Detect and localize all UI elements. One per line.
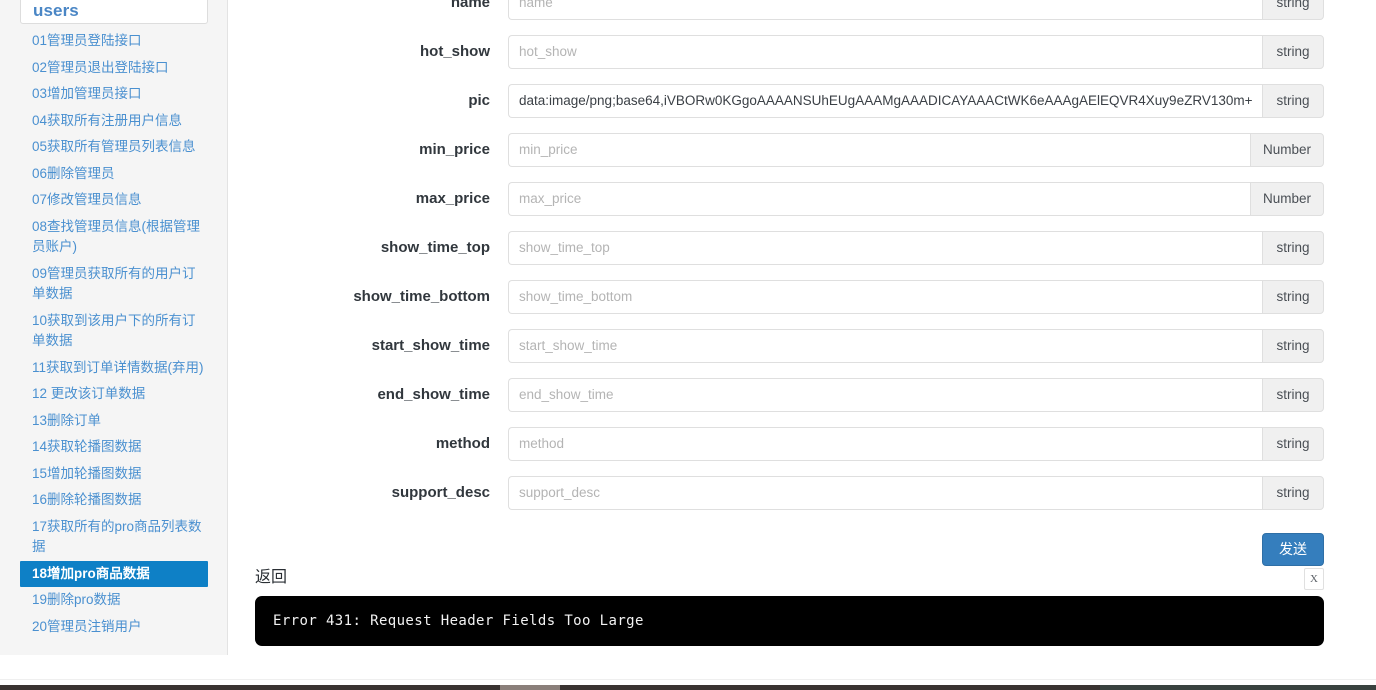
- sidebar-item[interactable]: 16删除轮播图数据: [20, 487, 208, 514]
- field-type-badge: string: [1262, 0, 1324, 20]
- input-show_time_top[interactable]: [508, 230, 1262, 265]
- api-param-form: namestringhot_showstringpicstringmin_pri…: [255, 0, 1324, 566]
- input-pic[interactable]: [508, 83, 1262, 118]
- form-row: show_time_bottom string: [255, 272, 1324, 321]
- form-row: pic string: [255, 76, 1324, 125]
- input-group: string: [508, 230, 1324, 265]
- sidebar-item[interactable]: 12 更改该订单数据: [20, 381, 208, 408]
- sidebar-item[interactable]: 14获取轮播图数据: [20, 434, 208, 461]
- form-field-label: show_time_bottom: [353, 288, 490, 305]
- form-field-label: pic: [468, 92, 490, 109]
- input-group: string: [508, 83, 1324, 118]
- sidebar: users 01管理员登陆接口 02管理员退出登陆接口 03增加管理员接口 04获取所…: [0, 0, 228, 655]
- input-end_show_time[interactable]: [508, 377, 1262, 412]
- input-method[interactable]: [508, 426, 1262, 461]
- form-row: method string: [255, 419, 1324, 468]
- form-row: support_desc string: [255, 468, 1324, 517]
- form-rows: namestringhot_showstringpicstringmin_pri…: [255, 0, 1324, 517]
- sidebar-item-list: 01管理员登陆接口 02管理员退出登陆接口 03增加管理员接口 04获取所有注册用户信…: [20, 28, 208, 640]
- sidebar-item[interactable]: 08查找管理员信息(根据管理员账户): [20, 214, 208, 261]
- bottom-bar-segment-mid: [560, 685, 1100, 690]
- input-group: string: [508, 475, 1324, 510]
- send-row: 发送: [255, 517, 1324, 566]
- sidebar-item[interactable]: 17获取所有的pro商品列表数据: [20, 514, 208, 561]
- input-group: string: [508, 0, 1324, 20]
- sidebar-item[interactable]: 15增加轮播图数据: [20, 461, 208, 488]
- form-row: min_price Number: [255, 125, 1324, 174]
- sidebar-item[interactable]: 13删除订单: [20, 408, 208, 435]
- input-group: string: [508, 279, 1324, 314]
- field-type-badge: string: [1262, 34, 1324, 69]
- field-type-badge: string: [1262, 475, 1324, 510]
- input-min_price[interactable]: [508, 132, 1250, 167]
- input-group: string: [508, 426, 1324, 461]
- form-field-label: start_show_time: [371, 337, 490, 354]
- form-field-label: min_price: [419, 141, 490, 158]
- sidebar-item[interactable]: 07修改管理员信息: [20, 187, 208, 214]
- sidebar-header-panel: users: [20, 0, 208, 24]
- input-group: Number: [508, 181, 1324, 216]
- bottom-scrollbar-area[interactable]: [0, 679, 1376, 690]
- form-field-label: hot_show: [420, 43, 490, 60]
- input-group: string: [508, 328, 1324, 363]
- form-row: end_show_time string: [255, 370, 1324, 419]
- input-group: string: [508, 377, 1324, 412]
- form-row: hot_show string: [255, 27, 1324, 76]
- input-show_time_bottom[interactable]: [508, 279, 1262, 314]
- input-support_desc[interactable]: [508, 475, 1262, 510]
- response-section: 返回 X Error 431: Request Header Fields To…: [255, 560, 1324, 646]
- sidebar-item[interactable]: 05获取所有管理员列表信息: [20, 134, 208, 161]
- field-type-badge: string: [1262, 377, 1324, 412]
- form-field-label: max_price: [415, 190, 490, 207]
- input-start_show_time[interactable]: [508, 328, 1262, 363]
- sidebar-item[interactable]: 01管理员登陆接口: [20, 28, 208, 55]
- form-field-label: name: [450, 0, 490, 11]
- sidebar-item[interactable]: 03增加管理员接口: [20, 81, 208, 108]
- field-type-badge: string: [1262, 230, 1324, 265]
- sidebar-item[interactable]: 18增加pro商品数据: [20, 560, 208, 588]
- form-field-label: end_show_time: [377, 386, 490, 403]
- field-type-badge: string: [1262, 328, 1324, 363]
- response-header: 返回 X: [255, 560, 1324, 596]
- form-row: show_time_top string: [255, 223, 1324, 272]
- main-content: namestringhot_showstringpicstringmin_pri…: [229, 0, 1376, 679]
- response-title: 返回: [255, 569, 288, 586]
- app-root: users 01管理员登陆接口 02管理员退出登陆接口 03增加管理员接口 04获取所…: [0, 0, 1376, 690]
- sidebar-header-label: users: [33, 1, 79, 20]
- sidebar-item[interactable]: 19删除pro数据: [20, 587, 208, 614]
- form-row: name string: [255, 0, 1324, 27]
- field-type-badge: string: [1262, 426, 1324, 461]
- input-hot_show[interactable]: [508, 34, 1262, 69]
- sidebar-item[interactable]: 09管理员获取所有的用户订单数据: [20, 261, 208, 308]
- sidebar-item[interactable]: 02管理员退出登陆接口: [20, 55, 208, 82]
- response-console-output: Error 431: Request Header Fields Too Lar…: [255, 596, 1324, 646]
- bottom-bar-segment-right: [1100, 685, 1376, 690]
- form-field-label: show_time_top: [380, 239, 490, 256]
- sidebar-item[interactable]: 20管理员注销用户: [20, 614, 208, 641]
- input-name[interactable]: [508, 0, 1262, 20]
- form-field-label: support_desc: [391, 484, 490, 501]
- sidebar-item[interactable]: 10获取到该用户下的所有订单数据: [20, 308, 208, 355]
- bottom-bar-segment-left: [0, 685, 500, 690]
- field-type-badge: string: [1262, 83, 1324, 118]
- sidebar-item[interactable]: 04获取所有注册用户信息: [20, 108, 208, 135]
- form-field-label: method: [435, 435, 490, 452]
- input-max_price[interactable]: [508, 181, 1250, 216]
- field-type-badge: Number: [1249, 181, 1324, 216]
- input-group: string: [508, 34, 1324, 69]
- sidebar-item[interactable]: 11获取到订单详情数据(弃用): [20, 355, 208, 382]
- bottom-bar-segment-highlight: [500, 685, 560, 690]
- close-icon[interactable]: X: [1304, 568, 1324, 590]
- field-type-badge: Number: [1249, 132, 1324, 167]
- sidebar-item[interactable]: 06删除管理员: [20, 161, 208, 188]
- input-group: Number: [508, 132, 1324, 167]
- field-type-badge: string: [1262, 279, 1324, 314]
- form-row: max_price Number: [255, 174, 1324, 223]
- form-row: start_show_time string: [255, 321, 1324, 370]
